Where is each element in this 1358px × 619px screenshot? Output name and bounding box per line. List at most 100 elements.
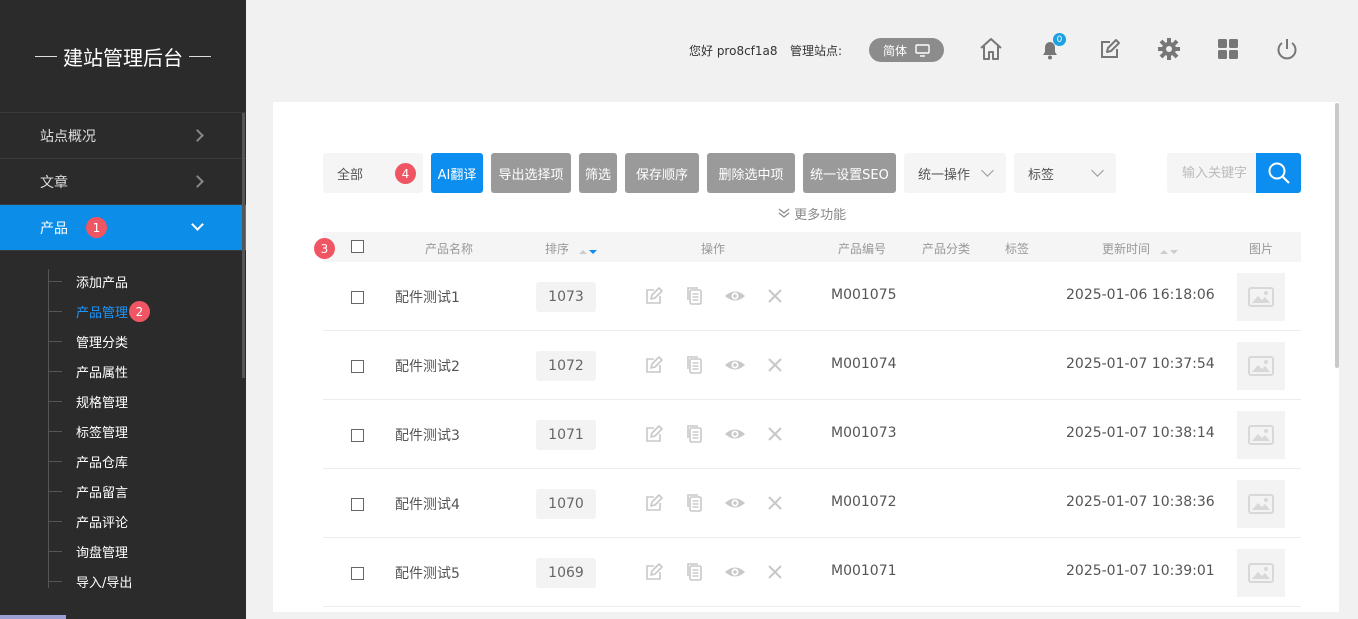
edit-icon[interactable] [643,492,665,514]
header-sort-label: 排序 [545,242,570,256]
sidebar-scrollbar[interactable] [242,113,245,378]
product-thumbnail[interactable] [1237,480,1285,528]
save-order-button[interactable]: 保存顺序 [625,153,699,193]
product-thumbnail[interactable] [1237,549,1285,597]
chevron-right-icon [191,175,204,188]
subitem-attributes[interactable]: 产品属性 [0,356,246,386]
product-thumbnail[interactable] [1237,411,1285,459]
delete-icon[interactable] [764,561,786,583]
search-input[interactable] [1167,153,1256,193]
ai-translate-button[interactable]: AI翻译 [431,153,483,193]
table-row: 配件测试5 1069 M001071 2025-01-07 10:39:01 [323,538,1301,607]
sort-input[interactable]: 1069 [536,558,596,588]
sort-arrows-icon [578,243,597,257]
filter-button[interactable]: 筛选 [579,153,617,193]
header-sort[interactable]: 排序 [545,240,597,257]
subitem-warehouse[interactable]: 产品仓库 [0,446,246,476]
greeting: 您好 pro8cf1a8 [689,44,778,58]
eye-icon[interactable] [724,561,746,583]
row-checkbox[interactable] [351,567,364,580]
product-thumbnail[interactable] [1237,273,1285,321]
export-selected-button[interactable]: 导出选择项 [491,153,571,193]
image-placeholder-icon [1248,356,1274,376]
header-updated[interactable]: 更新时间 [1102,240,1178,257]
brand: 建站管理后台 [0,0,246,113]
subitem-reviews[interactable]: 产品评论 [0,506,246,536]
product-panel: 全部 4 AI翻译 导出选择项 筛选 保存顺序 删除选中项 统一设置SEO 统一… [273,102,1339,612]
eye-icon[interactable] [724,354,746,376]
menu-item-articles[interactable]: 文章 [0,159,246,205]
updated-time: 2025-01-07 10:39:01 [1066,563,1215,579]
sort-input[interactable]: 1070 [536,489,596,519]
updated-time: 2025-01-07 10:37:54 [1066,356,1215,372]
sort-input[interactable]: 1071 [536,420,596,450]
subitem-tags[interactable]: 标签管理 [0,416,246,446]
edit-icon[interactable] [1097,36,1123,62]
menu-item-products[interactable]: 产品 1 [0,205,246,251]
edit-icon[interactable] [643,354,665,376]
header-image: 图片 [1249,242,1274,256]
edit-icon[interactable] [643,561,665,583]
bell-icon[interactable]: 0 [1037,33,1066,62]
table-header: 3 产品名称 排序 操作 产品编号 产品分类 标签 更新时间 图片 [314,232,1301,262]
sidebar: 建站管理后台 站点概况 文章 产品 1 添加产品 产品管理 2 管理分类 产品属… [0,0,246,619]
copy-icon[interactable] [684,354,706,376]
row-checkbox[interactable] [351,291,364,304]
product-thumbnail[interactable] [1237,342,1285,390]
subitem-categories[interactable]: 管理分类 [0,326,246,356]
row-checkbox[interactable] [351,429,364,442]
image-placeholder-icon [1248,494,1274,514]
tags-select[interactable]: 标签 [1014,153,1116,193]
header-category: 产品分类 [922,242,971,256]
select-all-checkbox[interactable] [351,240,364,253]
language-switch[interactable]: 简体 [869,38,944,62]
eye-icon[interactable] [724,423,746,445]
product-code: M001071 [831,563,897,579]
step-badge: 1 [86,217,107,238]
product-code: M001075 [831,287,897,303]
more-functions-toggle[interactable]: 更多功能 [778,204,846,223]
subitem-specs[interactable]: 规格管理 [0,386,246,416]
eye-icon[interactable] [724,285,746,307]
copy-icon[interactable] [684,285,706,307]
header-updated-label: 更新时间 [1102,242,1151,256]
site-label: 管理站点: [790,44,843,58]
search-icon [1268,162,1290,184]
power-icon[interactable] [1274,36,1300,62]
panel-scrollbar[interactable] [1335,103,1339,368]
subitem-messages[interactable]: 产品留言 [0,476,246,506]
edit-icon[interactable] [643,285,665,307]
edit-icon[interactable] [643,423,665,445]
subitem-add-product[interactable]: 添加产品 [0,266,246,296]
seo-settings-button[interactable]: 统一设置SEO [803,153,896,193]
table-row: 配件测试4 1070 M001072 2025-01-07 10:38:36 [323,469,1301,538]
menu-item-overview[interactable]: 站点概况 [0,113,246,159]
delete-icon[interactable] [764,423,786,445]
batch-operations-select[interactable]: 统一操作 [904,153,1006,193]
grid-icon[interactable] [1215,36,1241,62]
updated-time: 2025-01-06 16:18:06 [1066,287,1215,303]
row-checkbox[interactable] [351,498,364,511]
subitem-product-management[interactable]: 产品管理 2 [0,296,246,326]
row-checkbox[interactable] [351,360,364,373]
product-name: 配件测试2 [395,359,460,375]
product-submenu: 添加产品 产品管理 2 管理分类 产品属性 规格管理 标签管理 产品仓库 产品留… [0,251,246,596]
table-row: 配件测试1 1073 M001075 2025-01-06 16:18:06 [323,262,1301,331]
copy-icon[interactable] [684,423,706,445]
eye-icon[interactable] [724,492,746,514]
delete-icon[interactable] [764,285,786,307]
delete-icon[interactable] [764,354,786,376]
subitem-inquiries[interactable]: 询盘管理 [0,536,246,566]
copy-icon[interactable] [684,561,706,583]
delete-selected-button[interactable]: 删除选中项 [707,153,795,193]
product-code: M001072 [831,494,897,510]
sort-input[interactable]: 1072 [536,351,596,381]
brand-title: 建站管理后台 [63,45,183,70]
sort-input[interactable]: 1073 [536,282,596,312]
copy-icon[interactable] [684,492,706,514]
subitem-import-export[interactable]: 导入/导出 [0,566,246,596]
home-icon[interactable] [978,36,1004,62]
search-button[interactable] [1256,153,1301,193]
delete-icon[interactable] [764,492,786,514]
gear-icon[interactable] [1156,36,1182,62]
